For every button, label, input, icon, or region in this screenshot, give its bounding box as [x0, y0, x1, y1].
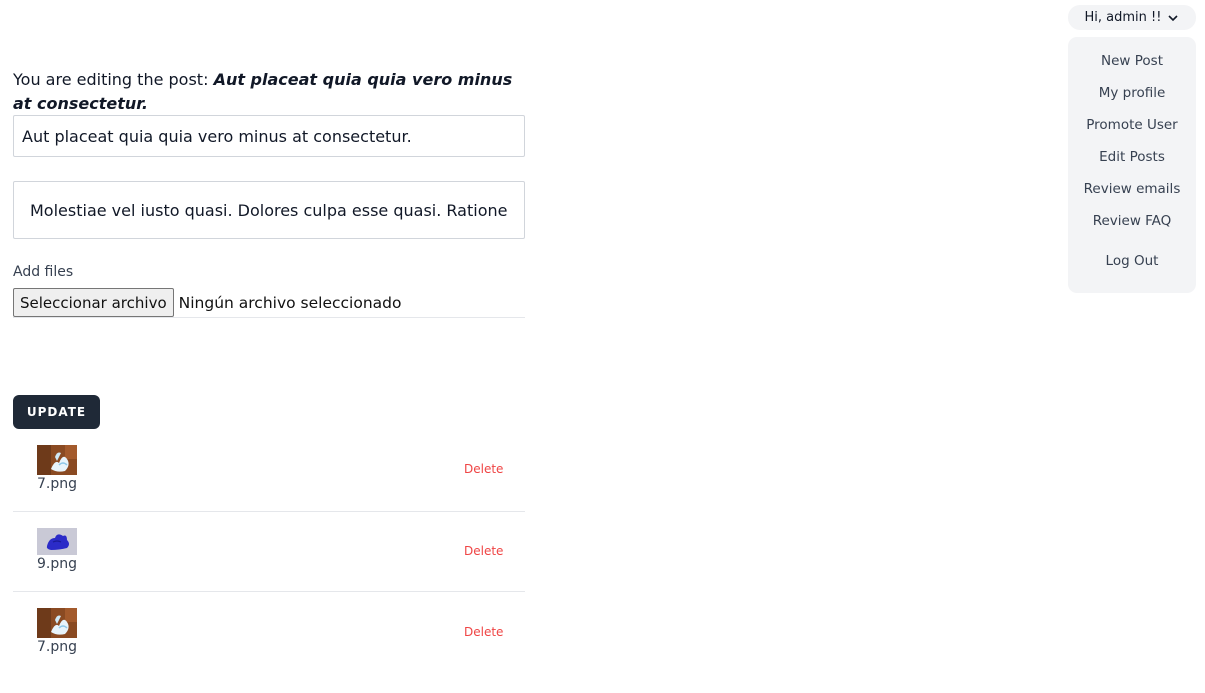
delete-attachment-button[interactable]: Delete	[464, 462, 503, 476]
edit-post-heading: You are editing the post: Aut placeat qu…	[13, 68, 533, 116]
menu-item-new-post[interactable]: New Post	[1068, 52, 1196, 70]
delete-attachment-button[interactable]: Delete	[464, 544, 503, 558]
attachment-filename: 9.png	[37, 556, 78, 572]
user-menu-toggle[interactable]: Hi, admin !!	[1068, 5, 1196, 30]
file-upload-field: Seleccionar archivo Ningún archivo selec…	[13, 288, 525, 318]
update-button[interactable]: UPDATE	[13, 395, 100, 429]
menu-item-edit-posts[interactable]: Edit Posts	[1068, 148, 1196, 166]
post-body-input[interactable]	[13, 181, 525, 239]
menu-item-promote-user[interactable]: Promote User	[1068, 116, 1196, 134]
attachment-item: 7.png Delete	[13, 608, 525, 668]
attachment-item: 7.png Delete	[13, 445, 525, 512]
menu-item-review-faq[interactable]: Review FAQ	[1068, 212, 1196, 230]
user-dropdown-menu: New Post My profile Promote User Edit Po…	[1068, 37, 1196, 293]
menu-item-review-emails[interactable]: Review emails	[1068, 180, 1196, 198]
attachment-item: 9.png Delete	[13, 528, 525, 592]
delete-attachment-button[interactable]: Delete	[464, 625, 503, 639]
post-title-input[interactable]	[13, 115, 525, 157]
attachment-filename: 7.png	[37, 639, 78, 655]
attachment-thumbnail	[37, 445, 77, 475]
attachment-filename: 7.png	[37, 476, 78, 492]
menu-item-my-profile[interactable]: My profile	[1068, 84, 1196, 102]
file-status-text: Ningún archivo seleccionado	[178, 293, 402, 312]
user-greeting: Hi, admin !!	[1084, 10, 1162, 25]
choose-file-button[interactable]: Seleccionar archivo	[13, 288, 174, 317]
add-files-label: Add files	[13, 264, 74, 280]
attachment-thumbnail	[37, 528, 77, 555]
attachment-thumbnail	[37, 608, 77, 638]
heading-prefix: You are editing the post:	[13, 70, 209, 89]
menu-item-log-out[interactable]: Log Out	[1068, 252, 1196, 270]
chevron-down-icon	[1168, 14, 1179, 21]
